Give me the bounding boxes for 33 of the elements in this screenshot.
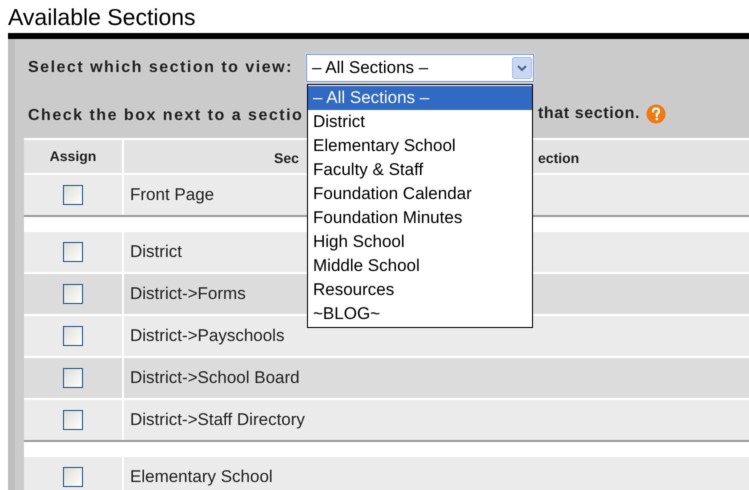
section-name: District->School Board bbox=[130, 367, 300, 390]
dropdown-option[interactable]: Middle School bbox=[308, 254, 532, 278]
checkbox[interactable] bbox=[63, 326, 83, 346]
column-header: ection bbox=[538, 149, 580, 168]
help-icon[interactable] bbox=[646, 104, 666, 124]
section-select[interactable]: – All Sections – bbox=[306, 54, 534, 82]
dropdown-option[interactable]: High School bbox=[308, 230, 532, 254]
dropdown-option[interactable]: Faculty & Staff bbox=[308, 158, 532, 182]
checkbox[interactable] bbox=[63, 242, 83, 262]
dropdown-option[interactable]: Foundation Calendar bbox=[308, 182, 532, 206]
section-name: Front Page bbox=[130, 184, 214, 206]
instruction-text: Check the box next to a sectio bbox=[28, 106, 304, 126]
section-name: Elementary School bbox=[130, 466, 273, 488]
checkbox[interactable] bbox=[63, 368, 83, 388]
page-title: Available Sections bbox=[7, 3, 197, 32]
dropdown-option[interactable]: Resources bbox=[308, 278, 532, 302]
dropdown-option[interactable]: ~BLOG~ bbox=[308, 302, 532, 326]
dropdown-option[interactable]: District bbox=[308, 110, 532, 134]
dropdown-option[interactable]: – All Sections – bbox=[308, 86, 532, 110]
checkbox[interactable] bbox=[63, 467, 83, 487]
section-name: District bbox=[130, 241, 182, 264]
section-name: District->Staff Directory bbox=[130, 409, 305, 432]
column-header: Sec bbox=[274, 149, 299, 168]
checkbox[interactable] bbox=[63, 185, 83, 205]
section-name: District->Payschools bbox=[130, 325, 284, 348]
dropdown-option[interactable]: Elementary School bbox=[308, 134, 532, 158]
checkbox[interactable] bbox=[63, 410, 83, 430]
checkbox[interactable] bbox=[63, 284, 83, 304]
dropdown-option[interactable]: Foundation Minutes bbox=[308, 206, 532, 230]
filter-label: Select which section to view: bbox=[28, 58, 294, 78]
column-header: Assign bbox=[50, 147, 96, 166]
instruction-text: that section. bbox=[538, 104, 640, 124]
section-name: District->Forms bbox=[130, 283, 246, 306]
